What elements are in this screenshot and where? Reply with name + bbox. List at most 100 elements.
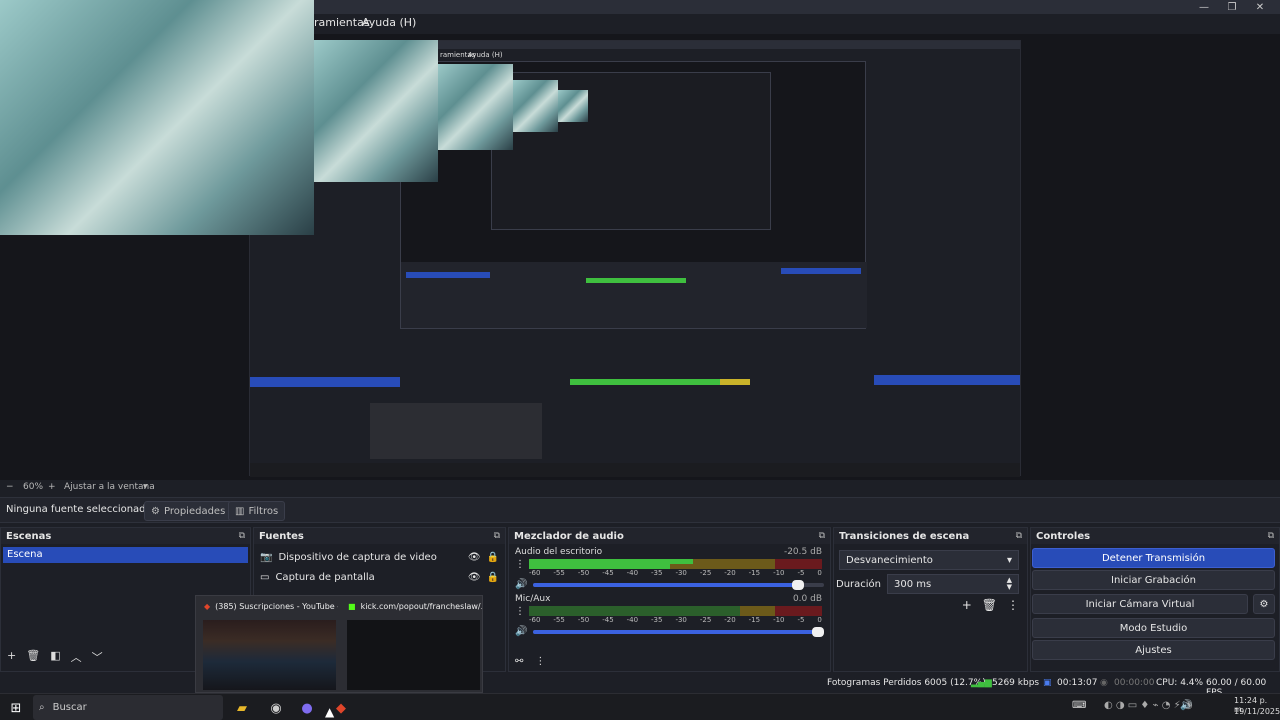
record-icon: ◉ [1100,678,1108,688]
scale-tick: -20 [724,569,736,577]
windows-start-icon[interactable]: ⊞ [6,698,26,718]
scale-tick: -40 [626,616,639,624]
lock-icon[interactable]: 🔒 [487,552,499,563]
volume-slider[interactable] [533,579,824,590]
scale-tick: -25 [699,569,712,577]
kebab-menu-icon[interactable]: ⋮ [515,606,525,617]
zoom-in-button[interactable]: + [48,482,56,492]
kebab-menu-icon[interactable]: ⋮ [1007,598,1019,612]
scale-tick: -15 [748,616,761,624]
volume-row: 🔊 [515,626,824,637]
transition-selected: Desvanecimiento [846,554,933,566]
scale-tick: -40 [626,569,639,577]
mouse-cursor: ▲ [325,705,335,719]
preview-canvas[interactable]: ramientas Ayuda (H) [0,0,1280,480]
add-icon[interactable]: + [962,598,972,612]
thumbnail-preview [203,620,336,690]
thumbnail-youtube[interactable]: ◆ (385) Suscripciones - YouTube - ... [198,598,338,690]
transition-toolbar: + 🗑 ⋮ [962,598,1019,612]
kebab-menu-icon[interactable]: ⋮ [535,656,545,667]
folder-icon[interactable]: ▰ [232,698,252,718]
taskbar-thumbnail-popup: ◆ (385) Suscripciones - YouTube - ... ■ … [195,595,483,693]
start-virtual-camera-button[interactable]: Iniciar Cámara Virtual [1032,594,1248,614]
webcam-feed-mirror-2 [438,64,513,150]
zoom-out-button[interactable]: − [6,482,14,492]
keyboard-icon[interactable]: ⌨ [1072,700,1086,711]
thumbnail-preview [347,620,480,690]
filters-label: Filtros [248,505,279,517]
meter-scale: -60 -55 -50 -45 -40 -35 -30 -25 -20 -15 -10 -5 0 [529,616,822,624]
scenes-title: Escenas [6,530,52,542]
signal-icon: ▂▄▆ [971,678,992,688]
close-icon[interactable]: ✕ [1244,0,1276,14]
filter-icon[interactable]: ◧ [50,649,60,665]
undock-icon[interactable]: ⧉ [1016,531,1022,541]
monitor-icon: ▭ [260,571,270,583]
chevron-up-icon[interactable]: ︿ [71,649,82,665]
chevron-down-icon[interactable]: ﹀ [92,649,103,665]
camera-icon: 📷 [260,551,273,563]
webcam-feed-mirror-3 [513,80,558,132]
trash-icon[interactable]: 🗑 [26,649,40,665]
studio-mode-button[interactable]: Modo Estudio [1032,618,1275,638]
channel-db: -20.5 dB [783,547,822,557]
eye-icon[interactable]: 👁 [468,572,481,583]
stream-icon: ▣ [1043,678,1052,688]
start-recording-button[interactable]: Iniciar Grabación [1032,570,1275,590]
eye-icon[interactable]: 👁 [468,552,481,563]
link-icon[interactable]: ⚯ [515,656,523,667]
spinner-icon[interactable]: ▲ ▼ [1007,577,1012,591]
cpu-usage: CPU: 4.4% [1156,678,1204,688]
duration-input[interactable]: 300 ms ▲ ▼ [887,574,1019,594]
discord-icon[interactable]: ● [297,698,317,718]
stream-time: 00:13:07 [1057,678,1098,688]
stop-stream-button[interactable]: Detener Transmisión [1032,548,1275,568]
source-item[interactable]: ▭ Captura de pantalla 👁 🔒 [254,567,505,587]
scale-tick: -50 [577,616,590,624]
taskbar-search[interactable]: ⌕ Buscar [33,695,223,720]
properties-button[interactable]: ⚙ Propiedades [144,501,233,521]
scale-tick: -5 [797,616,805,624]
scale-tick: -60 [529,569,541,577]
thumbnail-label: (385) Suscripciones - YouTube - ... [215,601,338,611]
volume-slider[interactable] [533,626,824,637]
source-name: Dispositivo de captura de video [278,551,437,563]
scale-tick: 0 [817,569,822,577]
lock-icon[interactable]: 🔒 [487,572,499,583]
controls-title: Controles [1036,530,1091,542]
obs-icon[interactable]: ◉ [266,698,286,718]
undock-icon[interactable]: ⧉ [494,531,500,541]
mixer-title: Mezclador de audio [514,530,624,542]
add-icon[interactable]: + [7,649,16,665]
menu-help[interactable]: Ayuda (H) [362,16,416,29]
thumbnail-title: ◆ (385) Suscripciones - YouTube - ... [198,598,338,614]
thumbnail-kick[interactable]: ■ kick.com/popout/francheslaw/... [342,598,482,690]
speaker-icon[interactable]: 🔊 [515,626,527,637]
scale-tick: -45 [602,569,614,577]
undock-icon[interactable]: ⧉ [1268,531,1274,541]
transitions-dock: Transiciones de escena ⧉ Desvanecimiento… [833,527,1028,672]
transition-select[interactable]: Desvanecimiento ▾ [839,550,1019,570]
filters-button[interactable]: ▥ Filtros [228,501,286,521]
speaker-icon[interactable]: 🔊 [515,579,527,590]
speaker-icon[interactable]: 🔊 [1180,700,1192,711]
mirror-bottom-docks [250,359,1020,475]
zoom-level: 60% [23,482,44,492]
fit-window-label[interactable]: Ajustar a la ventana [64,482,155,492]
undock-icon[interactable]: ⧉ [819,531,825,541]
source-item[interactable]: 📷 Dispositivo de captura de video 👁 🔒 [254,547,505,567]
settings-button[interactable]: Ajustes [1032,640,1275,660]
mixer-toolbar: ⚯ ⋮ [515,656,545,667]
undock-icon[interactable]: ⧉ [239,531,245,541]
trash-icon[interactable]: 🗑 [982,598,997,612]
scale-tick: -20 [724,616,736,624]
controls-dock: Controles ⧉ Detener Transmisión Iniciar … [1030,527,1280,672]
channel-name: Mic/Aux [515,594,551,604]
controls-header: Controles ⧉ [1031,528,1279,544]
kebab-menu-icon[interactable]: ⋮ [515,559,525,570]
scale-tick: -10 [773,616,785,624]
search-placeholder: Buscar [52,702,87,713]
zoom-dropdown-icon[interactable]: ▾ [143,482,148,492]
gear-icon[interactable]: ⚙ [1253,594,1275,614]
scene-item[interactable]: Escena [3,547,248,563]
